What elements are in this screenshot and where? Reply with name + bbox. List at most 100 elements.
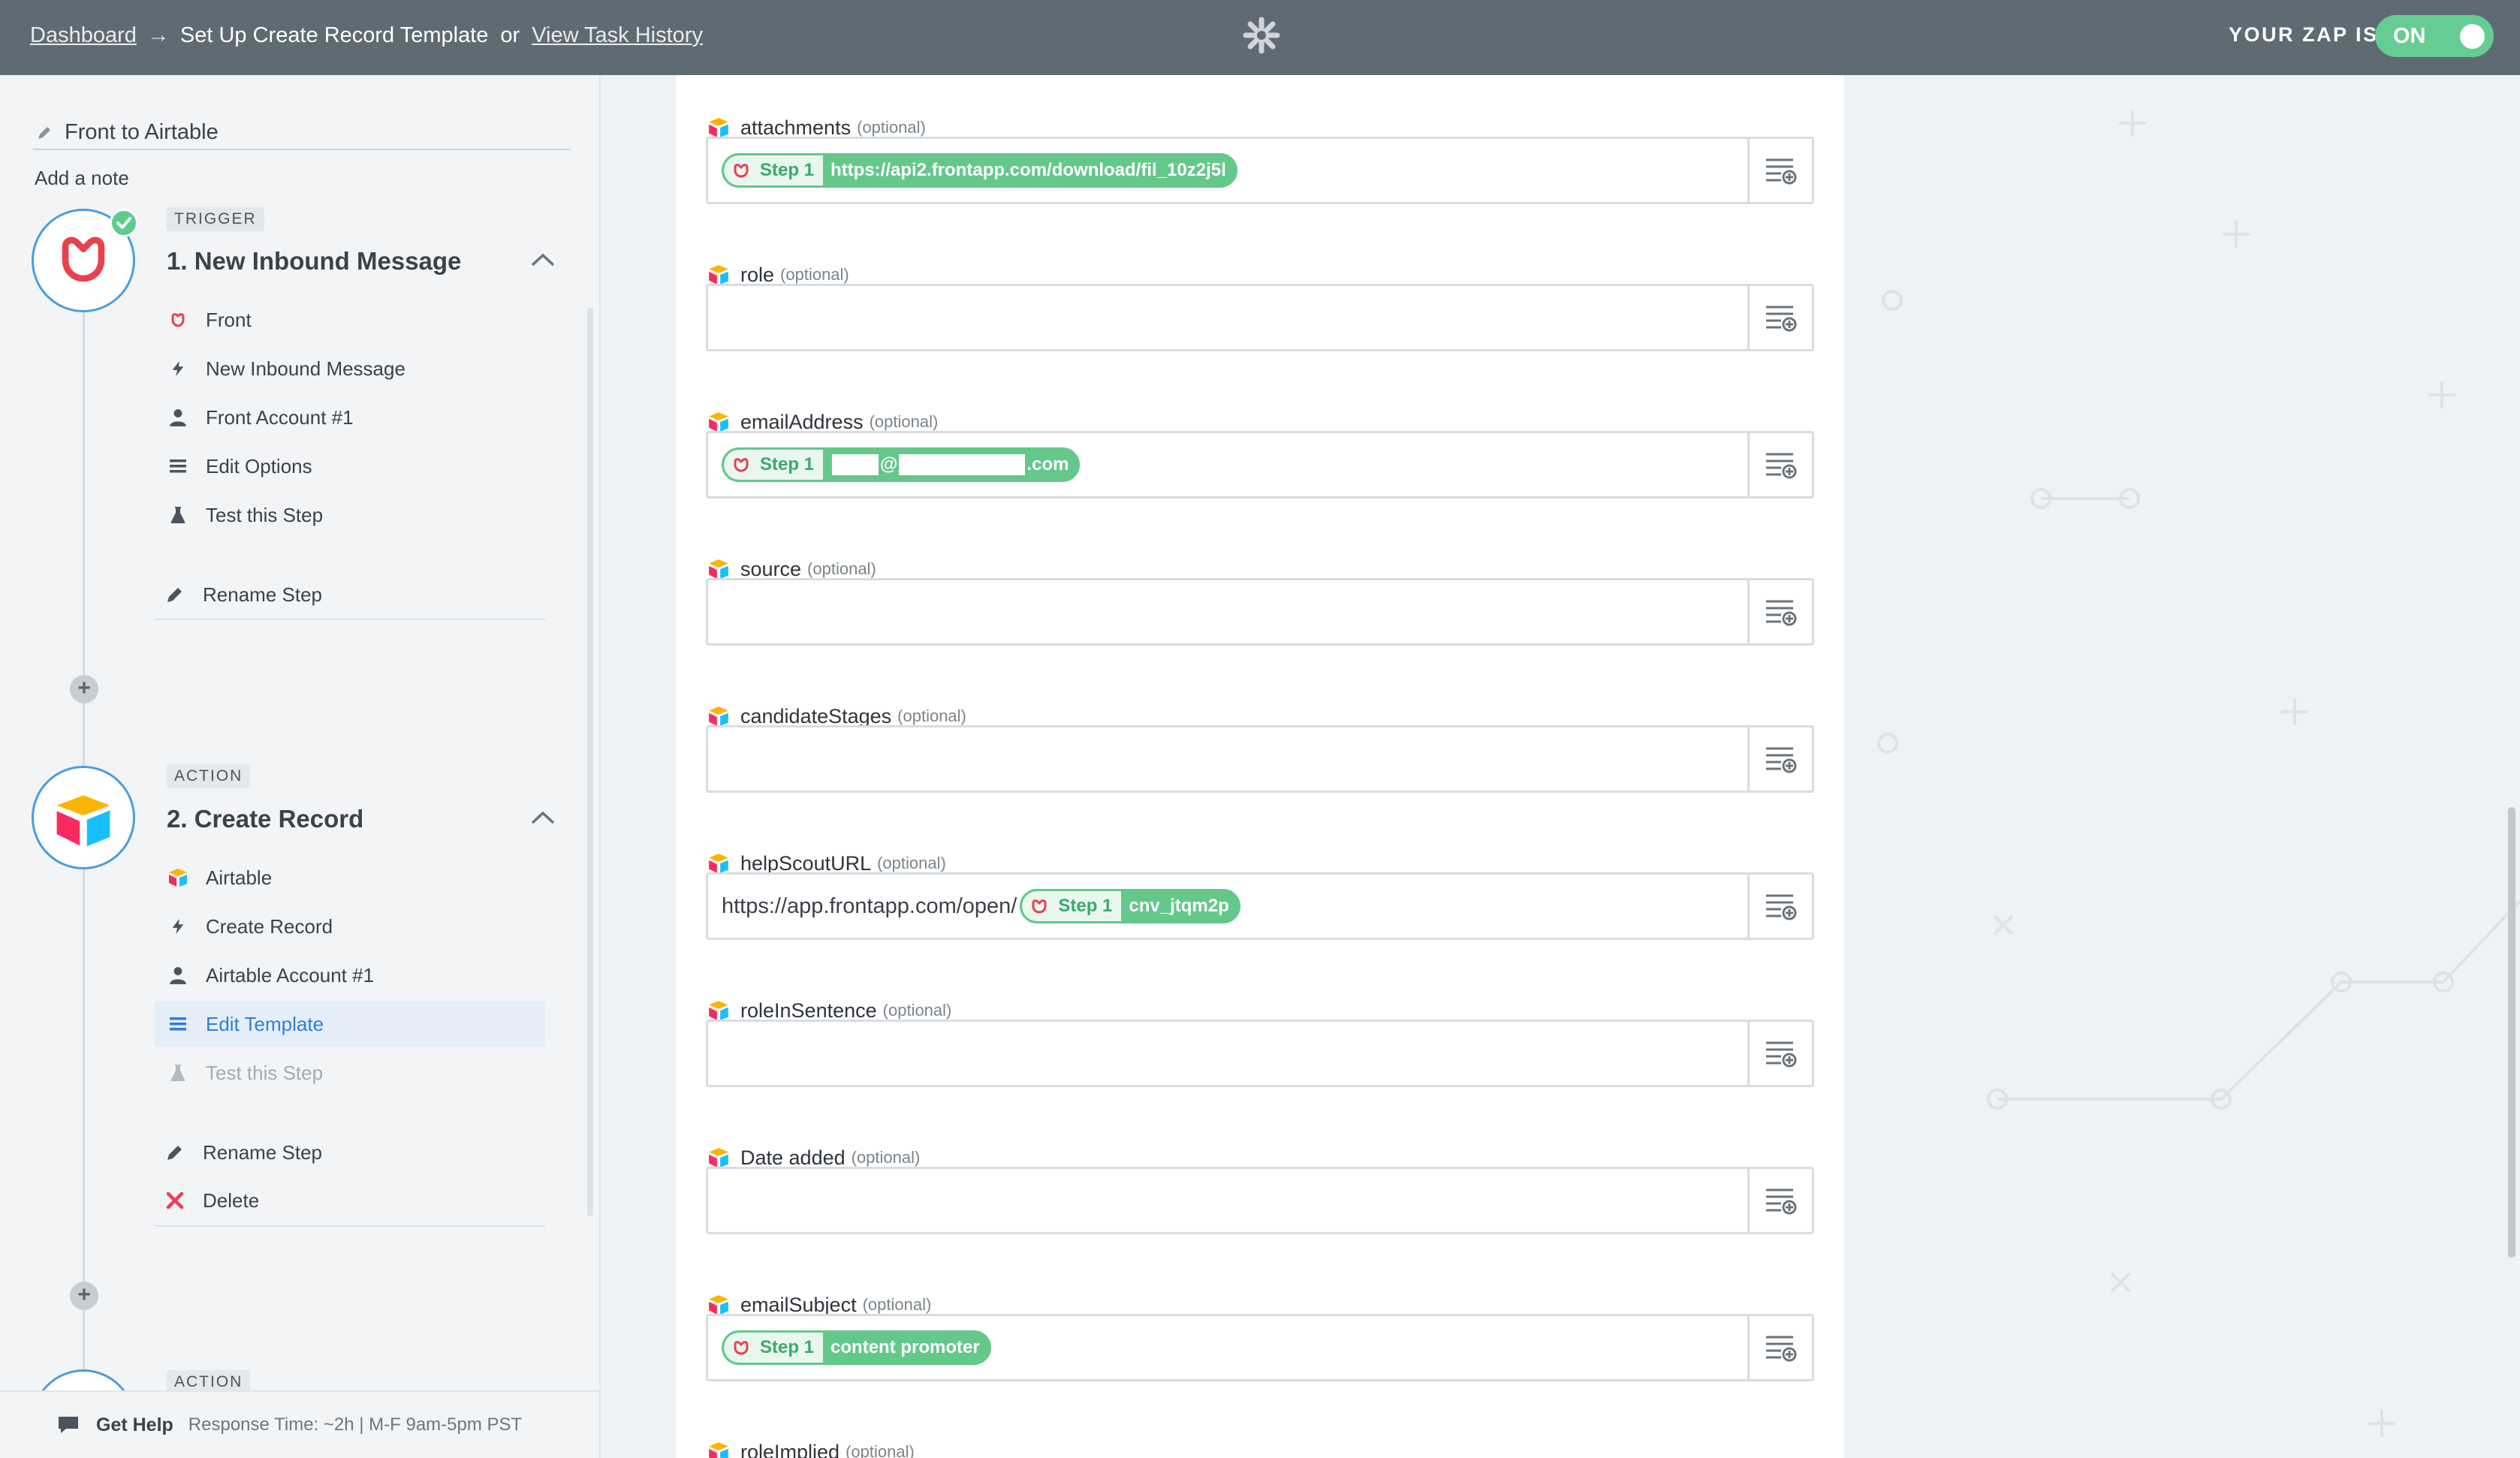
date-added-input[interactable] <box>706 1167 1814 1234</box>
asterisk-logo-icon[interactable] <box>1241 15 1282 56</box>
airtable-logo-icon <box>709 1295 728 1315</box>
email-subject-input[interactable]: Step 1 content promoter <box>706 1314 1814 1381</box>
step-1-token[interactable]: Step 1 @ .com <box>722 447 1081 482</box>
field-name: candidateStages <box>740 704 892 727</box>
step-2-account[interactable]: Airtable Account #1 <box>155 953 545 998</box>
chevron-up-icon[interactable] <box>530 809 556 826</box>
pencil-icon <box>162 1140 188 1165</box>
step-1-event[interactable]: New Inbound Message <box>155 346 545 391</box>
task-history-link[interactable]: View Task History <box>532 23 703 48</box>
step-1-account[interactable]: Front Account #1 <box>155 395 545 440</box>
list-plus-icon <box>1765 306 1796 332</box>
breadcrumb-or: or <box>500 23 520 47</box>
field-label: roleImplied (optional) <box>706 1437 915 1458</box>
source-input[interactable] <box>706 578 1814 646</box>
airtable-logo-icon <box>165 865 191 890</box>
optional-tag: (optional) <box>780 265 849 284</box>
list-plus-icon <box>1765 600 1796 626</box>
step-1-token[interactable]: Step 1 https://api2.frontapp.com/downloa… <box>722 153 1237 188</box>
lightning-icon <box>165 914 191 939</box>
chevron-up-icon[interactable] <box>530 252 556 268</box>
token-value: @ .com <box>823 454 1078 475</box>
list-plus-icon <box>1765 894 1796 920</box>
step-1-event-label: New Inbound Message <box>206 357 405 380</box>
flask-icon <box>165 1060 191 1086</box>
insert-field-button[interactable] <box>1747 286 1812 349</box>
airtable-logo-icon <box>709 1442 728 1458</box>
attachments-input[interactable]: Step 1 https://api2.frontapp.com/downloa… <box>706 137 1814 204</box>
step-2-event[interactable]: Create Record <box>155 904 545 949</box>
optional-tag: (optional) <box>851 1148 921 1167</box>
dashboard-link[interactable]: Dashboard <box>30 23 137 48</box>
step-1-rename[interactable]: Rename Step <box>155 572 545 617</box>
optional-tag: (optional) <box>882 1001 952 1020</box>
insert-field-button[interactable] <box>1747 875 1812 938</box>
field-name: roleImplied <box>740 1440 840 1458</box>
step-1-account-label: Front Account #1 <box>206 405 354 429</box>
step-2-rename-label: Rename Step <box>203 1140 322 1164</box>
airtable-logo-icon <box>709 265 728 285</box>
step-2-delete-label: Delete <box>203 1188 260 1212</box>
list-plus-icon <box>1765 1041 1796 1068</box>
zap-on-toggle[interactable]: ON <box>2375 15 2494 57</box>
insert-field-button[interactable] <box>1747 139 1812 202</box>
step-1-app[interactable]: Front <box>155 297 545 342</box>
insert-field-button[interactable] <box>1747 1022 1812 1085</box>
menu-divider <box>155 1225 545 1227</box>
front-logo-icon <box>734 1341 749 1355</box>
role-input[interactable] <box>706 284 1814 351</box>
list-plus-icon <box>1765 158 1796 185</box>
step-1-token[interactable]: Step 1 cnv_jtqm2p <box>1020 889 1240 923</box>
step-2-delete[interactable]: Delete <box>155 1178 545 1223</box>
menu-divider <box>155 619 545 620</box>
token-tail: .com <box>1026 454 1069 474</box>
step-1-options[interactable]: Edit Options <box>155 444 545 489</box>
sidebar: Front to Airtable Add a note TRIGGER 1. … <box>0 75 601 1458</box>
get-help-link[interactable]: Get Help <box>96 1414 173 1436</box>
add-step-button[interactable]: + <box>70 675 98 703</box>
step-2-rename[interactable]: Rename Step <box>155 1130 545 1175</box>
insert-field-button[interactable] <box>1747 1169 1812 1232</box>
insert-field-button[interactable] <box>1747 1316 1812 1379</box>
add-note-link[interactable]: Add a note <box>35 167 129 190</box>
token-step-label: Step 1 <box>1058 896 1113 916</box>
front-logo-icon <box>165 307 191 333</box>
flask-icon <box>165 502 191 528</box>
step-2-template-label: Edit Template <box>206 1012 324 1035</box>
check-icon <box>110 209 138 237</box>
add-step-button[interactable]: + <box>70 1282 98 1310</box>
token-value: cnv_jtqm2p <box>1129 896 1229 916</box>
email-address-input[interactable]: Step 1 @ .com <box>706 431 1814 499</box>
step-2-app[interactable]: Airtable <box>155 855 545 900</box>
step-2-test[interactable]: Test this Step <box>155 1050 545 1095</box>
list-plus-icon <box>1765 747 1796 773</box>
step-2-test-label: Test this Step <box>206 1061 324 1084</box>
airtable-logo-icon <box>709 559 728 579</box>
insert-field-button[interactable] <box>1747 580 1812 643</box>
optional-tag: (optional) <box>869 412 939 431</box>
step-2-edit-template[interactable]: Edit Template <box>155 1002 545 1047</box>
toggle-knob <box>2460 24 2485 49</box>
help-scout-url-input[interactable]: https://app.frontapp.com/open/ Step 1 cn… <box>706 872 1814 940</box>
sidebar-scrollbar[interactable] <box>587 308 593 1216</box>
zap-name-field[interactable]: Front to Airtable <box>33 120 571 150</box>
front-logo-icon <box>734 458 749 472</box>
step-1-test[interactable]: Test this Step <box>155 493 545 538</box>
step-1-token[interactable]: Step 1 content promoter <box>722 1330 991 1365</box>
page-scrollbar[interactable] <box>2508 807 2515 1258</box>
airtable-logo-icon <box>709 118 728 137</box>
lightning-icon <box>165 356 191 381</box>
insert-field-button[interactable] <box>1747 727 1812 791</box>
token-step-label: Step 1 <box>760 160 815 180</box>
optional-tag: (optional) <box>877 854 946 872</box>
step-2-title[interactable]: 2. Create Record <box>167 805 363 833</box>
step-1-title[interactable]: 1. New Inbound Message <box>167 247 461 276</box>
insert-field-button[interactable] <box>1747 433 1812 496</box>
action-step-icon[interactable] <box>32 766 135 869</box>
role-in-sentence-input[interactable] <box>706 1020 1814 1087</box>
candidate-stages-input[interactable] <box>706 725 1814 793</box>
optional-tag: (optional) <box>862 1295 932 1314</box>
list-plus-icon <box>1765 1188 1796 1215</box>
airtable-logo-icon <box>56 795 110 847</box>
field-name: Date added <box>740 1146 846 1169</box>
